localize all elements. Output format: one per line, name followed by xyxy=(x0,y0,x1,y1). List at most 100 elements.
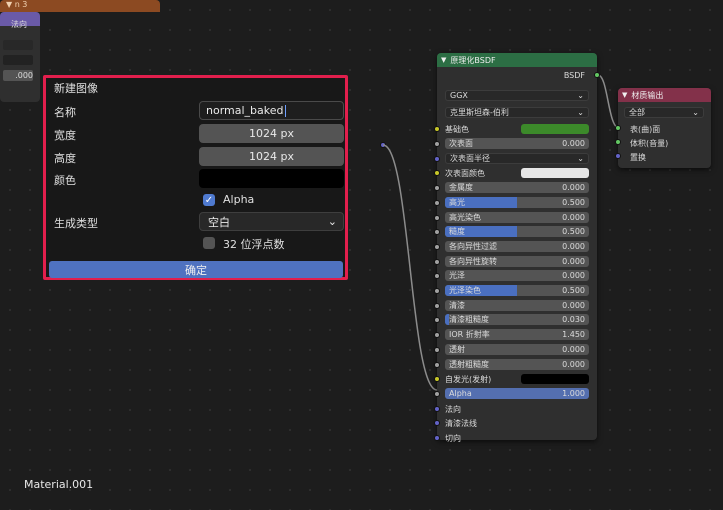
bsdf-input-socket[interactable] xyxy=(434,332,440,338)
bsdf-input-field[interactable]: 清漆 0.000 xyxy=(445,300,589,311)
principled-bsdf-node[interactable]: ▼ 原理化BSDF BSDF GGX ⌄ 克里斯坦森-伯利 ⌄ 基础色 次表面 0.0… xyxy=(434,53,597,443)
bsdf-node-title: 原理化BSDF xyxy=(450,55,496,65)
field-label: IOR 折射率 xyxy=(449,330,490,339)
field-label: 光泽 xyxy=(449,271,465,280)
width-field[interactable]: 1024 px xyxy=(199,124,344,143)
color-row-label: 次表面颜色 xyxy=(445,168,485,178)
bsdf-input-field[interactable]: 高光 0.500 xyxy=(445,197,589,208)
bsdf-input-socket[interactable] xyxy=(434,244,440,250)
bsdf-input-field[interactable]: 次表面 0.000 xyxy=(445,138,589,149)
bsdf-input-socket[interactable] xyxy=(434,288,440,294)
generation-type-label: 生成类型 xyxy=(54,217,98,230)
output-displacement-socket[interactable] xyxy=(615,153,621,159)
subsurface-method-select[interactable]: 克里斯坦森-伯利 ⌄ xyxy=(445,107,589,118)
output-target-select[interactable]: 全部 ⌄ xyxy=(624,107,704,118)
field-value: 1.000 xyxy=(562,389,585,398)
generation-type-select[interactable]: 空白 ⌄ xyxy=(199,212,344,231)
material-output-node[interactable]: ▼ 材质输出 全部 ⌄ 表(曲)面 体积(音量) 置换 xyxy=(618,88,711,168)
bsdf-input-field[interactable]: 糙度 0.500 xyxy=(445,226,589,237)
field-value: 0.500 xyxy=(562,198,585,207)
base-color-socket[interactable] xyxy=(434,126,440,132)
color-swatch[interactable] xyxy=(199,169,344,188)
bsdf-input-socket[interactable] xyxy=(434,362,440,368)
chevron-down-icon: ⌄ xyxy=(577,154,584,163)
color-row-label: 自发光(发射) xyxy=(445,374,492,384)
field-label: 各向异性旋转 xyxy=(449,257,497,266)
field-label: 清漆粗糙度 xyxy=(449,315,489,324)
bsdf-input-socket[interactable] xyxy=(434,259,440,265)
base-color-swatch[interactable] xyxy=(521,124,589,134)
distribution-select[interactable]: GGX ⌄ xyxy=(445,90,589,101)
dropdown-label: 次表面半径 xyxy=(450,154,490,163)
bsdf-input-socket-row: 切向 xyxy=(445,432,589,444)
bsdf-input-socket[interactable] xyxy=(434,200,440,206)
collapse-arrow-icon[interactable]: ▼ xyxy=(441,56,446,64)
bsdf-input-field[interactable]: 各向异性过滤 0.000 xyxy=(445,241,589,252)
name-input[interactable]: normal_baked xyxy=(199,101,344,120)
bsdf-input-field[interactable]: 透射粗糙度 0.000 xyxy=(445,359,589,370)
bsdf-input-field[interactable]: IOR 折射率 1.450 xyxy=(445,329,589,340)
text-caret xyxy=(284,104,286,117)
bsdf-input-field[interactable]: 清漆粗糙度 0.030 xyxy=(445,314,589,325)
bsdf-input-field[interactable]: 透射 0.000 xyxy=(445,344,589,355)
field-label: 透射 xyxy=(449,345,465,354)
field-value: 0.500 xyxy=(562,286,585,295)
bsdf-input-socket[interactable] xyxy=(434,141,440,147)
bsdf-input-field[interactable]: 光泽染色 0.500 xyxy=(445,285,589,296)
field-value: 0.000 xyxy=(562,139,585,148)
bsdf-input-socket[interactable] xyxy=(434,185,440,191)
bsdf-input-field[interactable]: 高光染色 0.000 xyxy=(445,212,589,223)
material-output-header[interactable]: ▼ 材质输出 xyxy=(618,88,711,102)
bsdf-input-field[interactable]: 金属度 0.000 xyxy=(445,182,589,193)
bsdf-input-field[interactable]: Alpha 1.000 xyxy=(445,388,589,399)
float-32bit-checkbox[interactable] xyxy=(203,237,215,249)
chevron-down-icon: ⌄ xyxy=(692,108,699,117)
socket-label: 清漆法线 xyxy=(445,418,477,428)
ok-button[interactable]: 确定 xyxy=(49,261,343,278)
bsdf-input-socket[interactable] xyxy=(434,303,440,309)
field-label: 透射粗糙度 xyxy=(449,360,489,369)
bsdf-node-header[interactable]: ▼ 原理化BSDF xyxy=(437,53,597,67)
field-value: 0.030 xyxy=(562,315,585,324)
field-value: 0.000 xyxy=(562,301,585,310)
bsdf-input-socket[interactable] xyxy=(434,215,440,221)
output-surface-socket[interactable] xyxy=(615,125,621,131)
bsdf-input-socket[interactable] xyxy=(434,273,440,279)
alpha-checkbox[interactable]: ✓ xyxy=(203,194,215,206)
field-value: 0.000 xyxy=(562,257,585,266)
bsdf-input-socket[interactable] xyxy=(434,347,440,353)
field-label: 高光染色 xyxy=(449,213,481,222)
bsdf-input-socket[interactable] xyxy=(434,170,440,176)
bsdf-input-socket[interactable] xyxy=(434,406,440,412)
material-name: Material.001 xyxy=(24,478,94,491)
link-bsdf-to-output xyxy=(597,74,620,129)
field-label: 糙度 xyxy=(449,227,465,236)
bsdf-input-field[interactable]: 光泽 0.000 xyxy=(445,270,589,281)
chevron-down-icon: ⌄ xyxy=(577,108,584,117)
bsdf-input-socket[interactable] xyxy=(434,435,440,441)
float-32bit-label: 32 位浮点数 xyxy=(223,238,285,251)
output-displacement-label: 置换 xyxy=(630,153,646,162)
height-field[interactable]: 1024 px xyxy=(199,147,344,166)
color-swatch[interactable] xyxy=(521,374,589,384)
field-label: 金属度 xyxy=(449,183,473,192)
bsdf-input-socket[interactable] xyxy=(434,420,440,426)
bsdf-input-socket[interactable] xyxy=(434,391,440,397)
bsdf-input-socket[interactable] xyxy=(434,317,440,323)
collapse-arrow-icon[interactable]: ▼ xyxy=(622,91,627,99)
bsdf-input-socket[interactable] xyxy=(434,229,440,235)
color-swatch[interactable] xyxy=(521,168,589,178)
bsdf-input-field[interactable]: 各向异性旋转 0.000 xyxy=(445,256,589,267)
output-volume-label: 体积(音量) xyxy=(630,139,669,148)
field-value: 0.000 xyxy=(562,360,585,369)
bsdf-input-socket[interactable] xyxy=(434,156,440,162)
bsdf-input-socket[interactable] xyxy=(434,376,440,382)
bsdf-output-socket[interactable] xyxy=(594,72,600,78)
width-label: 宽度 xyxy=(54,129,76,142)
output-volume-socket[interactable] xyxy=(615,139,621,145)
bsdf-input-dropdown[interactable]: 次表面半径 ⌄ xyxy=(445,153,589,164)
new-image-dialog: 新建图像 名称 normal_baked 宽度 1024 px 高度 1024 … xyxy=(43,75,348,280)
field-label: 各向异性过滤 xyxy=(449,242,497,251)
field-value: 1.450 xyxy=(562,330,585,339)
color-label: 颜色 xyxy=(54,174,76,187)
